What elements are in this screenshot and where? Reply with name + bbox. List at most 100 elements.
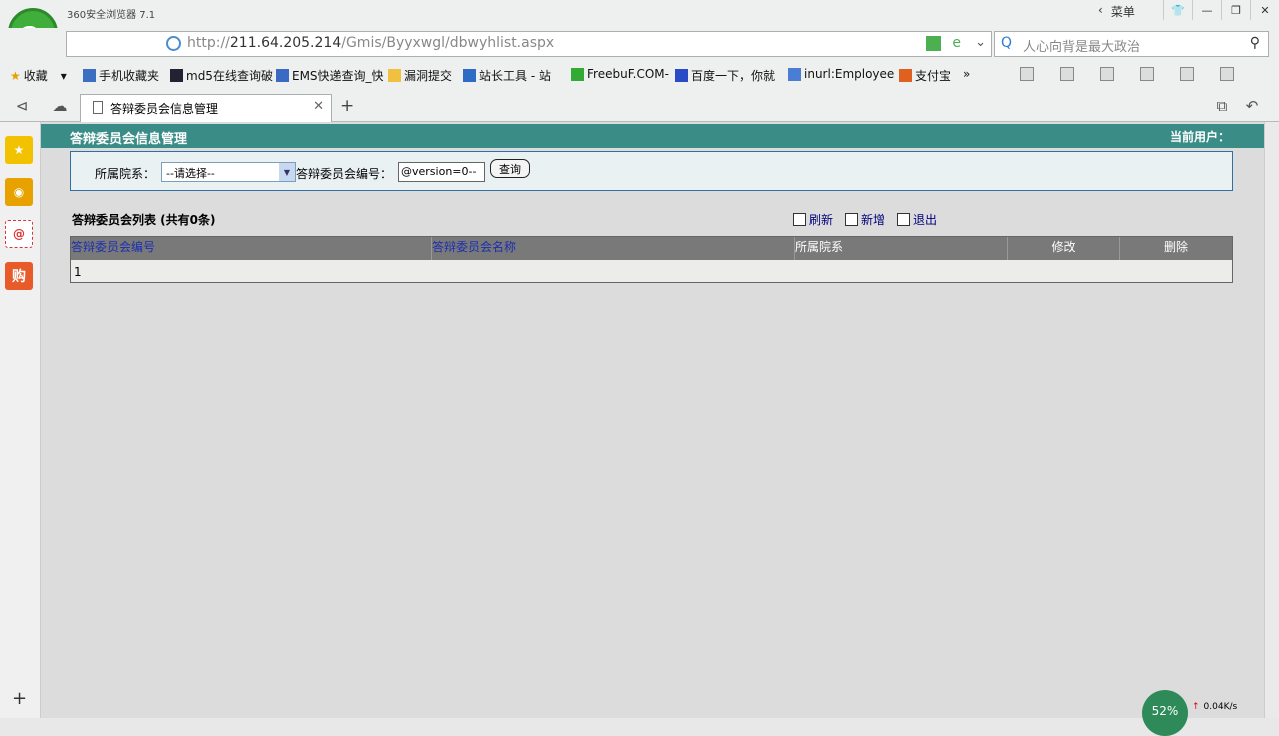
bookmark-item[interactable]: 手机收藏夹 xyxy=(83,67,159,84)
speed-ball[interactable]: 52% xyxy=(1142,690,1188,736)
google-icon xyxy=(788,67,801,81)
maximize-button[interactable]: ❐ xyxy=(1221,0,1250,20)
exit-button[interactable]: 退出 xyxy=(897,211,937,228)
header-delete: 删除 xyxy=(1163,240,1188,254)
search-input[interactable]: 人心向背是最大政治 xyxy=(1023,36,1140,55)
search-box[interactable]: Q 人心向背是最大政治 ⚲ xyxy=(994,31,1269,57)
bookmark-favorites[interactable]: ★ 收藏 ▾ xyxy=(10,67,67,84)
game-icon[interactable] xyxy=(1140,67,1154,81)
address-row: ← ↻ ⌂ http://211.64.205.214/Gmis/Byyxwgl… xyxy=(0,28,1279,60)
table-row: 1 xyxy=(71,260,1232,282)
grid-icon xyxy=(170,69,183,82)
menu-button[interactable]: 菜单 xyxy=(1111,3,1135,20)
menu-nav: ‹ 菜单 xyxy=(1098,3,1135,20)
vertical-scrollbar[interactable] xyxy=(1264,122,1279,718)
mail-icon[interactable]: @ xyxy=(5,220,33,248)
freebuf-icon xyxy=(571,67,584,81)
new-tab-button[interactable]: + xyxy=(340,96,354,116)
code-label: 答辩委员会编号： xyxy=(296,167,393,181)
skin-icon[interactable]: 👕 xyxy=(1163,0,1192,20)
upload-arrow-icon: ↑ xyxy=(1192,702,1200,712)
url-text[interactable]: http://211.64.205.214/Gmis/Byyxwgl/dbwyh… xyxy=(187,35,554,51)
chevron-down-icon[interactable]: ▼ xyxy=(279,163,295,181)
dept-select[interactable]: --请选择-- ▼ xyxy=(161,162,296,182)
address-bar[interactable]: http://211.64.205.214/Gmis/Byyxwgl/dbwyh… xyxy=(66,31,992,57)
bookmark-item[interactable]: 支付宝 xyxy=(899,67,951,84)
page-content: 答辩委员会信息管理 当前用户： 所属院系： --请选择-- ▼ 答辩委员会编号：… xyxy=(41,122,1264,718)
refresh-button[interactable]: 刷新 xyxy=(793,211,833,228)
bookmark-item[interactable]: EMS快递查询_快 xyxy=(276,67,384,84)
tab-active[interactable]: 答辩委员会信息管理 ✕ xyxy=(80,94,332,122)
qr-code-icon[interactable] xyxy=(926,36,941,51)
list-actions: 刷新 新增 退出 xyxy=(793,211,937,228)
cloud-icon[interactable]: ☁ xyxy=(48,95,72,117)
globe-icon xyxy=(166,36,181,51)
undo-icon[interactable]: ↶ xyxy=(1240,95,1264,117)
query-button[interactable]: 查询 xyxy=(490,159,530,178)
table-cell: 1 xyxy=(74,265,82,279)
header-dept: 所属院系 xyxy=(795,237,1008,260)
bookmark-item[interactable]: FreebuF.COM- xyxy=(571,67,669,81)
apps-icon[interactable] xyxy=(1020,67,1034,81)
bookmark-item[interactable]: md5在线查询破 xyxy=(170,67,273,84)
page-icon xyxy=(93,101,103,114)
tab-label: 答辩委员会信息管理 xyxy=(110,102,219,116)
chevron-left-icon[interactable]: ‹ xyxy=(1098,3,1103,20)
close-tab-icon[interactable]: ✕ xyxy=(313,99,324,114)
header-edit: 修改 xyxy=(1008,237,1120,260)
page-title: 答辩委员会信息管理 xyxy=(70,132,188,147)
pdf-icon[interactable] xyxy=(1100,67,1114,81)
title-bar: 360安全浏览器 7.1 ‹ 菜单 👕 — ❐ ✕ xyxy=(0,0,1279,28)
add-document-icon xyxy=(845,213,859,226)
header-code[interactable]: 答辩委员会编号 xyxy=(71,237,432,260)
exit-icon xyxy=(897,213,911,226)
bookmark-item[interactable]: inurl:Employee xyxy=(788,67,894,81)
baidu-paw-icon xyxy=(675,69,688,82)
chevron-down-icon: ▾ xyxy=(60,68,67,83)
folder-icon xyxy=(388,69,401,82)
sidebar-toggle-icon[interactable]: ⊲ xyxy=(10,95,34,117)
restore-tabs-icon[interactable]: ⧉ xyxy=(1210,95,1234,117)
page-header: 答辩委员会信息管理 当前用户： xyxy=(41,124,1264,148)
app-title: 360安全浏览器 7.1 xyxy=(67,10,156,21)
shield-icon[interactable] xyxy=(1060,67,1074,81)
add-sidebar-icon[interactable]: + xyxy=(12,688,27,709)
code-input[interactable]: @version=0-- xyxy=(398,162,485,182)
minimize-button[interactable]: — xyxy=(1192,0,1221,20)
current-user-label: 当前用户： xyxy=(1169,130,1230,144)
refresh-icon xyxy=(793,213,806,226)
net-speed-value: 0.04K/s xyxy=(1203,702,1238,712)
weibo-icon[interactable]: ◉ xyxy=(5,178,33,206)
search-engine-icon[interactable]: Q xyxy=(1001,35,1012,51)
bookmark-bar: ★ 收藏 ▾ 手机收藏夹 md5在线查询破 EMS快递查询_快 漏洞提交 站长工具 … xyxy=(0,60,1279,90)
screenshot-icon[interactable] xyxy=(1180,67,1194,81)
more-bookmarks-icon[interactable]: » xyxy=(963,67,970,81)
header-name[interactable]: 答辩委员会名称 xyxy=(432,237,795,260)
extension-icons xyxy=(1020,67,1234,81)
window-controls: 👕 — ❐ ✕ xyxy=(1163,0,1279,20)
star-icon: ★ xyxy=(10,68,21,83)
net-speed: ↑ 0.04K/s xyxy=(1192,702,1237,712)
tab-bar: ⊲ ☁ 答辩委员会信息管理 ✕ + ⧉ ↶ xyxy=(0,90,1279,122)
zoom-icon[interactable] xyxy=(1220,67,1234,81)
dept-select-value: --请选择-- xyxy=(166,167,215,180)
webmaster-icon xyxy=(463,69,476,82)
table-header: 答辩委员会编号 答辩委员会名称 所属院系 修改 删除 xyxy=(71,237,1232,260)
favorites-star-icon[interactable]: ★ xyxy=(5,136,33,164)
bookmark-item[interactable]: 漏洞提交 xyxy=(388,67,452,84)
add-button[interactable]: 新增 xyxy=(845,211,885,228)
chevron-down-icon[interactable]: ⌄ xyxy=(975,35,986,50)
bookmark-item[interactable]: 百度一下，你就 xyxy=(675,67,775,84)
browser-window: 360安全浏览器 7.1 ‹ 菜单 👕 — ❐ ✕ e ← ↻ ⌂ http:/… xyxy=(0,0,1279,736)
phone-icon xyxy=(83,69,96,82)
ie-mode-icon[interactable]: e xyxy=(952,35,961,51)
filter-panel: 所属院系： --请选择-- ▼ 答辩委员会编号： @version=0-- 查询 xyxy=(70,151,1233,191)
side-bar: ★ ◉ @ 购 + xyxy=(0,122,41,718)
search-icon[interactable]: ⚲ xyxy=(1250,35,1260,51)
bookmark-item[interactable]: 站长工具 - 站 xyxy=(463,67,551,84)
committee-table: 答辩委员会编号 答辩委员会名称 所属院系 修改 删除 1 xyxy=(70,236,1233,283)
shopping-icon[interactable]: 购 xyxy=(5,262,33,290)
alipay-icon xyxy=(899,69,912,82)
ems-icon xyxy=(276,69,289,82)
close-button[interactable]: ✕ xyxy=(1250,0,1279,20)
